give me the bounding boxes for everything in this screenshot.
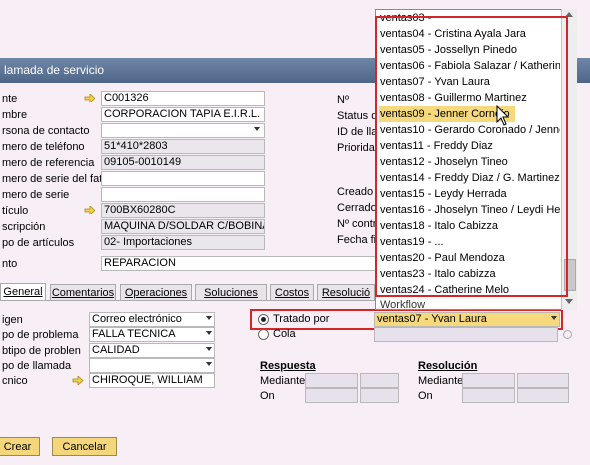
header-field-label: nte bbox=[2, 93, 18, 105]
tab-item[interactable]: Resolució bbox=[317, 284, 375, 300]
header-field-value[interactable]: MAQUINA D/SOLDAR C/BOBINA I bbox=[101, 219, 265, 234]
cancel-button[interactable]: Cancelar bbox=[52, 437, 117, 456]
header-field-label: po de artículos bbox=[2, 237, 75, 249]
handled-by-radio[interactable] bbox=[258, 314, 269, 325]
tab-label: Costos bbox=[274, 287, 310, 299]
link-arrow-icon[interactable] bbox=[72, 376, 84, 385]
handled-by-select[interactable]: ventas07 - Yvan Laura bbox=[374, 312, 560, 327]
response-title: Respuesta bbox=[260, 360, 316, 372]
tab-divider bbox=[0, 300, 375, 301]
general-field-label: btipo de problen bbox=[2, 345, 81, 357]
header-field-label: mero de teléfono bbox=[2, 141, 85, 153]
general-field-value: Correo electrónico bbox=[92, 313, 182, 325]
header-field-label: mero de serie del fat bbox=[2, 173, 103, 185]
general-field-select[interactable]: FALLA TECNICA bbox=[89, 327, 215, 342]
queue-label: Cola bbox=[273, 328, 296, 340]
chevron-down-icon bbox=[206, 316, 212, 320]
general-field-value: CHIROQUE, WILLIAM bbox=[92, 374, 203, 386]
general-field-select[interactable] bbox=[89, 358, 215, 373]
chevron-down-icon bbox=[206, 331, 212, 335]
response-on-label: On bbox=[260, 390, 275, 402]
window-title: lamada de servicio bbox=[4, 63, 105, 77]
tab-label: Operaciones bbox=[124, 287, 188, 299]
annotation-box-dropdown bbox=[375, 16, 568, 297]
header-field-label: mero de serie bbox=[2, 189, 70, 201]
response-date-field[interactable] bbox=[305, 388, 358, 403]
header-field-value[interactable]: CORPORACION TAPIA E.I.R.L. bbox=[101, 107, 265, 122]
dropdown-option[interactable]: Workflow bbox=[380, 296, 560, 309]
create-button[interactable]: Crear bbox=[0, 437, 40, 456]
tab-general[interactable]: General bbox=[0, 283, 46, 301]
resolution-via-field[interactable] bbox=[462, 373, 515, 388]
header-right-label: Cerrado bbox=[337, 202, 375, 214]
header-field-value[interactable] bbox=[101, 187, 265, 202]
general-field-select[interactable]: CHIROQUE, WILLIAM bbox=[89, 373, 215, 388]
tab-item[interactable]: Soluciones bbox=[195, 284, 267, 300]
header-right-label: Fecha fi bbox=[337, 234, 375, 246]
tab-item[interactable]: Operaciones bbox=[120, 284, 192, 300]
resolution-via-label: Mediante bbox=[418, 375, 464, 387]
tab-label: Soluciones bbox=[204, 287, 258, 299]
tab-item[interactable]: Costos bbox=[270, 284, 314, 300]
queue-link-icon[interactable] bbox=[563, 330, 572, 339]
subject-field[interactable]: REPARACION bbox=[101, 256, 377, 271]
handled-by-value: ventas07 - Yvan Laura bbox=[377, 313, 487, 325]
header-field-value[interactable]: 09105-0010149 bbox=[101, 155, 265, 170]
general-field-select[interactable]: CALIDAD bbox=[89, 343, 215, 358]
general-field-value: FALLA TECNICA bbox=[92, 328, 176, 340]
header-field-value[interactable] bbox=[101, 123, 265, 138]
header-field-value[interactable]: 700BX60280C bbox=[101, 203, 265, 218]
resolution-time-field[interactable] bbox=[517, 388, 569, 403]
response-time-field[interactable] bbox=[360, 388, 399, 403]
general-field-value: CALIDAD bbox=[92, 344, 140, 356]
queue-field[interactable] bbox=[374, 327, 558, 342]
resolution-title: Resolución bbox=[418, 360, 478, 372]
header-field-label: scripción bbox=[2, 221, 46, 233]
chevron-down-icon bbox=[206, 347, 212, 351]
header-right-label: ID de lla bbox=[337, 126, 375, 138]
header-field-label: mero de referencia bbox=[2, 157, 95, 169]
resolution-date-field[interactable] bbox=[462, 388, 515, 403]
general-field-label: igen bbox=[2, 314, 23, 326]
subject-label: nto bbox=[2, 258, 18, 270]
general-field-label: po de problema bbox=[2, 329, 79, 341]
header-field-value[interactable]: 51*410*2803 bbox=[101, 139, 265, 154]
resolution-on-label: On bbox=[418, 390, 433, 402]
header-field-value[interactable] bbox=[101, 171, 265, 186]
chevron-down-icon bbox=[206, 362, 212, 366]
general-field-label: cnico bbox=[2, 375, 28, 387]
header-field-value[interactable]: 02- Importaciones bbox=[101, 235, 265, 250]
scroll-down-icon[interactable] bbox=[565, 299, 573, 304]
tab-label: General bbox=[3, 286, 43, 298]
queue-radio[interactable] bbox=[258, 329, 269, 340]
tab-label: Resolució bbox=[321, 287, 371, 299]
header-right-label: Prioridad bbox=[337, 142, 375, 154]
general-field-label: po de llamada bbox=[2, 360, 72, 372]
resolution-via-field-2[interactable] bbox=[517, 373, 569, 388]
chevron-down-icon bbox=[254, 127, 260, 131]
contact-dropdown-toggle[interactable] bbox=[252, 124, 262, 136]
header-field-value[interactable]: C001326 bbox=[101, 91, 265, 106]
link-arrow-icon[interactable] bbox=[84, 94, 95, 102]
header-field-label: mbre bbox=[2, 109, 28, 121]
header-field-label: rsona de contacto bbox=[2, 125, 90, 137]
header-right-label: Status d bbox=[337, 110, 375, 122]
header-field-label: tículo bbox=[2, 205, 29, 217]
response-via-field-2[interactable] bbox=[360, 373, 399, 388]
response-via-field[interactable] bbox=[305, 373, 358, 388]
general-field-select[interactable]: Correo electrónico bbox=[89, 312, 215, 327]
mouse-cursor-icon bbox=[496, 105, 510, 126]
response-via-label: Mediante bbox=[260, 375, 306, 387]
chevron-down-icon bbox=[551, 316, 557, 320]
handled-by-label: Tratado por bbox=[273, 313, 330, 325]
header-right-label: Nº contr bbox=[337, 218, 375, 230]
header-right-label: Nº bbox=[337, 94, 349, 106]
window-title-bar: lamada de servicio bbox=[0, 58, 375, 83]
tab-item[interactable]: Comentarios bbox=[50, 284, 116, 300]
tab-label: Comentarios bbox=[51, 287, 115, 299]
header-right-label: Creado bbox=[337, 186, 374, 198]
link-arrow-icon[interactable] bbox=[84, 206, 95, 214]
